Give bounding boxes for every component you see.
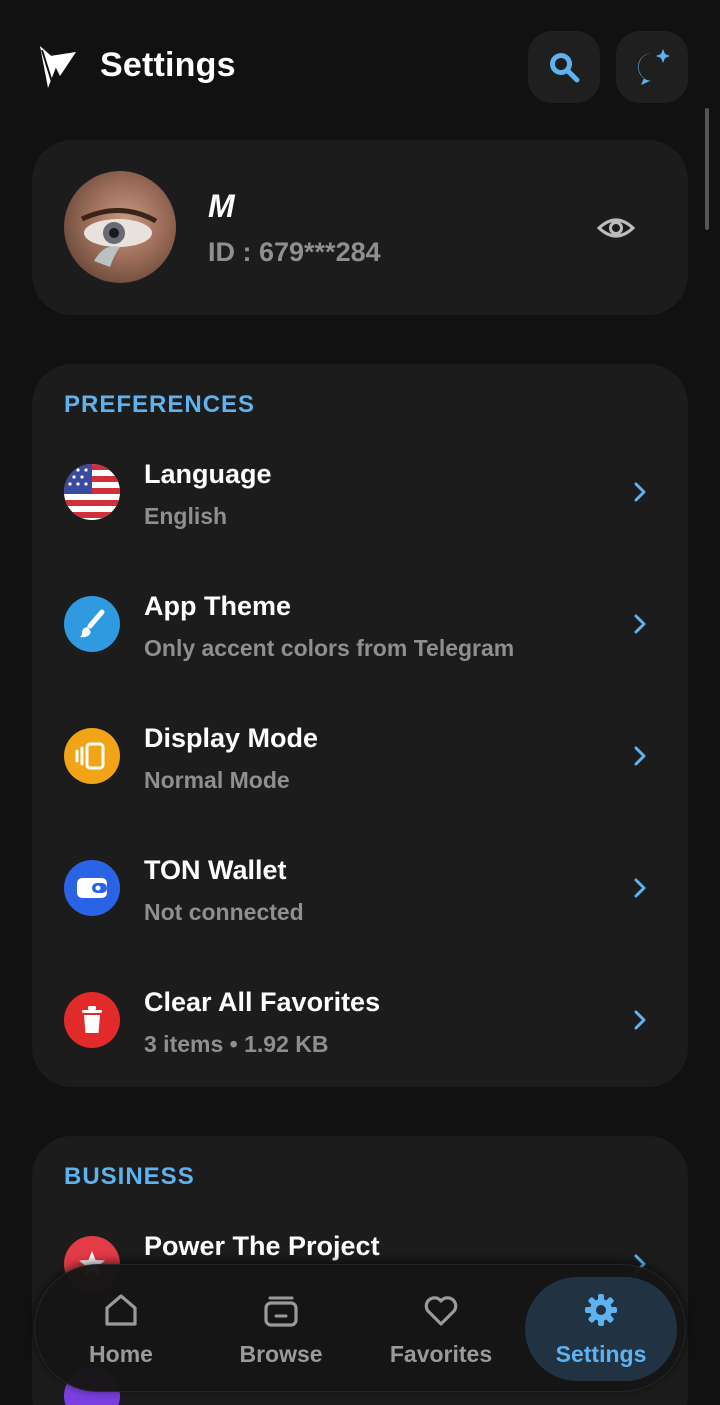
trash-icon [64, 992, 120, 1048]
paintbrush-icon [64, 596, 120, 652]
profile-name: M [208, 188, 235, 224]
display-mode-value: Normal Mode [144, 767, 290, 793]
page-title: Settings [100, 46, 236, 84]
nav-favorites[interactable]: Favorites [365, 1277, 517, 1381]
app-logo-icon [40, 46, 76, 88]
clear-favorites-title: Clear All Favorites [144, 987, 381, 1017]
language-value: English [144, 503, 228, 529]
power-project-title: Power The Project [144, 1231, 380, 1261]
display-mode-icon [64, 728, 120, 784]
bottom-nav: Home Browse Favorites Settings [34, 1264, 686, 1392]
nav-home[interactable]: Home [45, 1277, 197, 1381]
app-header: Settings [0, 0, 720, 130]
favorites-size: 3 items • 1.92 KB [144, 1031, 329, 1057]
search-icon [550, 53, 580, 83]
nav-browse-label: Browse [239, 1341, 323, 1367]
search-button[interactable] [528, 31, 600, 103]
preferences-section-title: PREFERENCES [64, 391, 256, 418]
us-flag-icon [64, 464, 120, 520]
nav-favorites-label: Favorites [389, 1341, 493, 1367]
chevron-right-icon [634, 1010, 646, 1030]
nav-browse[interactable]: Browse [205, 1277, 357, 1381]
business-section-title: BUSINESS [64, 1163, 195, 1190]
gear-icon [585, 1294, 617, 1326]
language-title: Language [144, 459, 272, 489]
chevron-right-icon [634, 482, 646, 502]
display-mode-row[interactable]: Display Mode Normal Mode [32, 690, 688, 822]
app-theme-title: App Theme [144, 591, 292, 621]
ton-wallet-status: Not connected [144, 899, 304, 925]
heart-icon [424, 1296, 458, 1326]
support-chat-button[interactable] [616, 31, 688, 103]
nav-home-label: Home [89, 1341, 153, 1367]
avatar [64, 171, 176, 283]
home-icon [105, 1294, 137, 1326]
scrollbar[interactable] [705, 108, 709, 230]
chevron-right-icon [634, 746, 646, 766]
chevron-right-icon [634, 614, 646, 634]
eye-icon[interactable] [596, 208, 636, 248]
support-chat-icon [638, 49, 670, 85]
app-theme-value: Only accent colors from Telegram [144, 635, 515, 661]
nav-settings[interactable]: Settings [525, 1277, 677, 1381]
ton-wallet-row[interactable]: TON Wallet Not connected [32, 822, 688, 954]
browse-icon [264, 1296, 298, 1327]
language-row[interactable]: Language English [32, 426, 688, 558]
display-mode-title: Display Mode [144, 723, 319, 753]
ton-wallet-title: TON Wallet [144, 855, 287, 885]
profile-card[interactable]: M ID : 679***284 [32, 140, 688, 315]
clear-favorites-row[interactable]: Clear All Favorites 3 items • 1.92 KB [32, 954, 688, 1086]
preferences-card: PREFERENCES Language English App Theme O… [32, 364, 688, 1087]
wallet-icon [64, 860, 120, 916]
app-theme-row[interactable]: App Theme Only accent colors from Telegr… [32, 558, 688, 690]
nav-settings-label: Settings [555, 1341, 647, 1367]
chevron-right-icon [634, 878, 646, 898]
profile-id: ID : 679***284 [208, 237, 381, 267]
